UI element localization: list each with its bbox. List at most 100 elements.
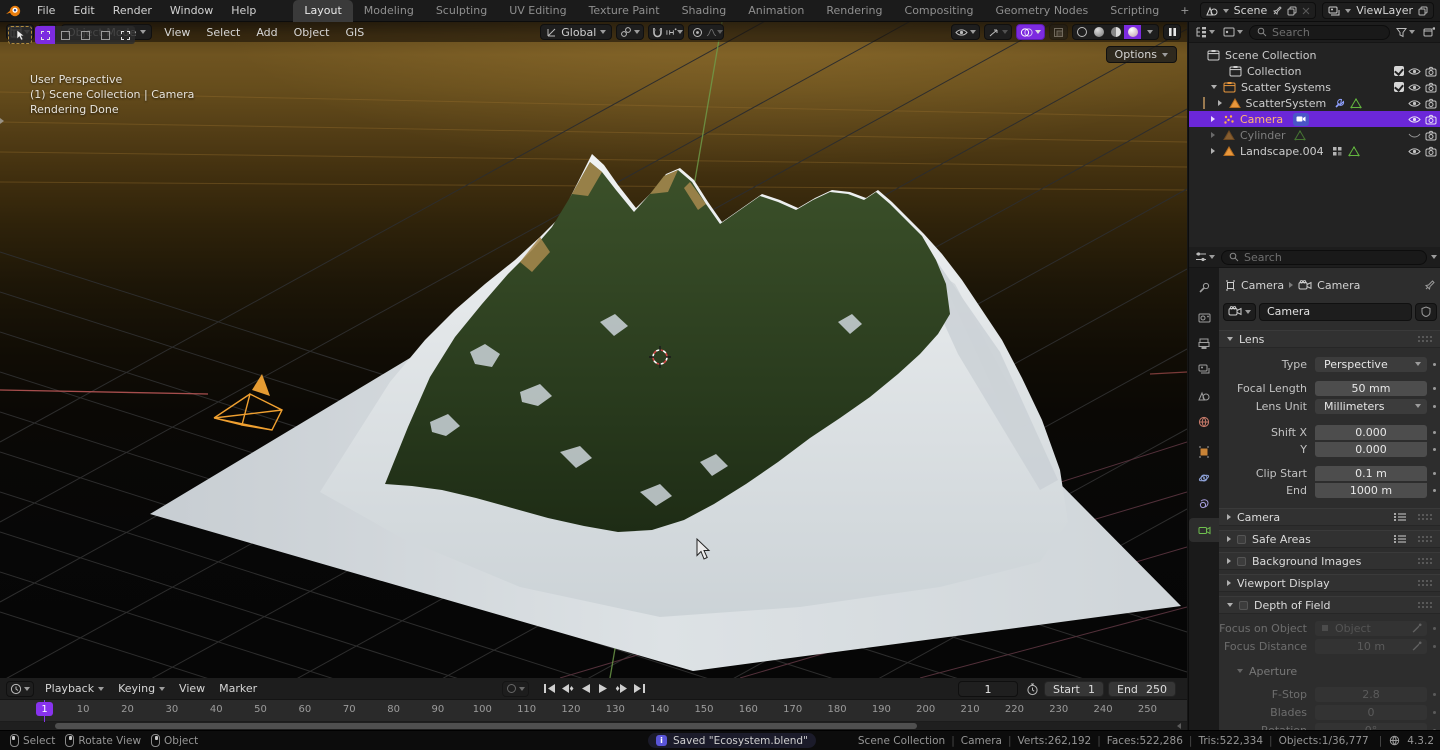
viewport-menu-item[interactable]: Add: [248, 24, 285, 41]
overlays-toggle[interactable]: [1016, 24, 1045, 40]
timeline-ruler[interactable]: 1 10 20 30 40 50 60 70 80 90 100 110 120 130 140 150 16…: [0, 700, 1187, 722]
expand-toolbar-chevron[interactable]: [0, 118, 4, 124]
prev-keyframe-button[interactable]: [559, 681, 576, 697]
disclosure-closed-icon[interactable]: [1211, 132, 1215, 138]
render-visibility-toggle[interactable]: [1425, 114, 1437, 125]
shift-x-field[interactable]: 0.000: [1315, 424, 1427, 440]
animate-dot[interactable]: [1433, 404, 1436, 408]
clip-end-field[interactable]: 1000 m: [1315, 482, 1427, 498]
lens-panel-header[interactable]: Lens: [1219, 330, 1440, 348]
topbar-menu-item[interactable]: File: [28, 1, 64, 20]
topbar-menu-item[interactable]: Help: [222, 1, 265, 20]
animate-dot[interactable]: [1433, 447, 1436, 451]
current-frame-field[interactable]: 1: [958, 681, 1018, 697]
dof-checkbox[interactable]: [1239, 600, 1248, 610]
datablock-name-field[interactable]: Camera: [1259, 302, 1412, 321]
properties-search-input[interactable]: Search: [1221, 249, 1427, 265]
snap-settings-button[interactable]: [666, 25, 684, 39]
select-intersect-button[interactable]: [115, 26, 135, 44]
outliner-row-scene-collection[interactable]: Scene Collection: [1189, 47, 1440, 63]
workspace-tab[interactable]: Compositing: [894, 0, 985, 22]
render-visibility-toggle[interactable]: [1425, 98, 1437, 109]
hide-eye-closed-toggle[interactable]: [1408, 130, 1421, 141]
play-reverse-button[interactable]: [577, 681, 594, 697]
tab-physics[interactable]: [1189, 492, 1219, 516]
outliner-display-mode-button[interactable]: [1221, 26, 1245, 38]
tab-output[interactable]: [1189, 332, 1219, 356]
outliner-row-landscape[interactable]: Landscape.004: [1189, 143, 1440, 159]
rotation-field[interactable]: 0°: [1315, 722, 1427, 730]
focus-object-field[interactable]: Object: [1315, 620, 1427, 636]
breadcrumb-data[interactable]: Camera: [1317, 279, 1360, 292]
properties-editor-type-button[interactable]: [1193, 251, 1217, 263]
workspace-tab[interactable]: Scripting: [1099, 0, 1170, 22]
timeline-editor-type-button[interactable]: [6, 680, 34, 697]
lens-unit-dropdown[interactable]: Millimeters: [1315, 398, 1427, 414]
workspace-tab[interactable]: Texture Paint: [578, 0, 671, 22]
outliner-row-cylinder[interactable]: Cylinder: [1189, 127, 1440, 143]
outliner-row-camera[interactable]: Camera: [1189, 111, 1440, 127]
hide-eye-toggle[interactable]: [1408, 114, 1421, 125]
type-dropdown[interactable]: Perspective: [1315, 356, 1427, 372]
hide-eye-toggle[interactable]: [1408, 146, 1421, 157]
tweak-tool-button[interactable]: [8, 26, 32, 44]
next-keyframe-button[interactable]: [613, 681, 630, 697]
tab-tool[interactable]: [1189, 276, 1219, 300]
timeline-menu-item[interactable]: Keying: [111, 680, 172, 697]
xray-toggle[interactable]: [1049, 24, 1068, 40]
select-invert-button[interactable]: [95, 26, 115, 44]
background-images-panel-header[interactable]: Background Images: [1219, 552, 1440, 570]
select-subtract-button[interactable]: [75, 26, 95, 44]
focal-length-field[interactable]: 50 mm: [1315, 380, 1427, 396]
workspace-tab[interactable]: Shading: [671, 0, 738, 22]
timeline-scrollbar[interactable]: [0, 722, 1187, 730]
timeline-menu-item[interactable]: View: [172, 680, 212, 697]
render-visibility-toggle[interactable]: [1425, 66, 1437, 77]
proportional-edit-toggle[interactable]: [689, 25, 706, 39]
transform-orientation-selector[interactable]: Global: [540, 24, 613, 40]
outliner-search-input[interactable]: Search: [1249, 24, 1390, 40]
render-visibility-toggle[interactable]: [1425, 130, 1437, 141]
viewport-menu-item[interactable]: Object: [286, 24, 338, 41]
select-box-button[interactable]: [35, 26, 55, 44]
animate-dot[interactable]: [1433, 488, 1436, 492]
render-visibility-toggle[interactable]: [1425, 146, 1437, 157]
outliner-filter-button[interactable]: [1394, 27, 1417, 38]
hide-eye-toggle[interactable]: [1408, 66, 1421, 77]
animate-dot[interactable]: [1433, 710, 1436, 714]
fstop-field[interactable]: 2.8: [1315, 686, 1427, 702]
frame-start-field[interactable]: Start 1: [1044, 681, 1104, 697]
focus-distance-field[interactable]: 10 m: [1315, 638, 1427, 654]
shading-solid-button[interactable]: [1090, 25, 1107, 39]
workspace-tab[interactable]: UV Editing: [498, 0, 577, 22]
animate-dot[interactable]: [1433, 386, 1436, 390]
animate-dot[interactable]: [1433, 626, 1436, 630]
outliner-row-scattersystem[interactable]: ScatterSystem: [1189, 95, 1440, 111]
shading-options-button[interactable]: [1141, 25, 1158, 39]
snap-toggle[interactable]: [649, 25, 666, 39]
frame-end-field[interactable]: End 250: [1108, 681, 1176, 697]
workspace-tab[interactable]: Animation: [737, 0, 815, 22]
disclosure-open-icon[interactable]: [1211, 85, 1217, 89]
workspace-tab[interactable]: Modeling: [353, 0, 425, 22]
animate-dot[interactable]: [1433, 692, 1436, 696]
tab-world[interactable]: [1189, 410, 1219, 434]
chevron-down-icon[interactable]: [1431, 255, 1437, 259]
tab-render[interactable]: [1189, 306, 1219, 330]
safe-areas-checkbox[interactable]: [1237, 534, 1246, 544]
collection-checkbox[interactable]: [1394, 82, 1404, 92]
blender-logo-icon[interactable]: [0, 2, 26, 20]
animate-dot[interactable]: [1433, 362, 1436, 366]
object-visibility-button[interactable]: [951, 24, 980, 40]
background-images-checkbox[interactable]: [1237, 556, 1246, 566]
tab-object[interactable]: [1189, 440, 1219, 464]
animate-dot[interactable]: [1433, 471, 1436, 475]
play-button[interactable]: [595, 681, 612, 697]
collection-checkbox[interactable]: [1394, 66, 1404, 76]
disclosure-closed-icon[interactable]: [1211, 148, 1215, 154]
workspace-tab[interactable]: Layout: [293, 0, 353, 22]
jump-to-end-button[interactable]: [631, 681, 648, 697]
viewport-menu-item[interactable]: View: [156, 24, 198, 41]
fake-user-button[interactable]: [1415, 302, 1437, 321]
aperture-subpanel-header[interactable]: Aperture: [1219, 662, 1440, 680]
